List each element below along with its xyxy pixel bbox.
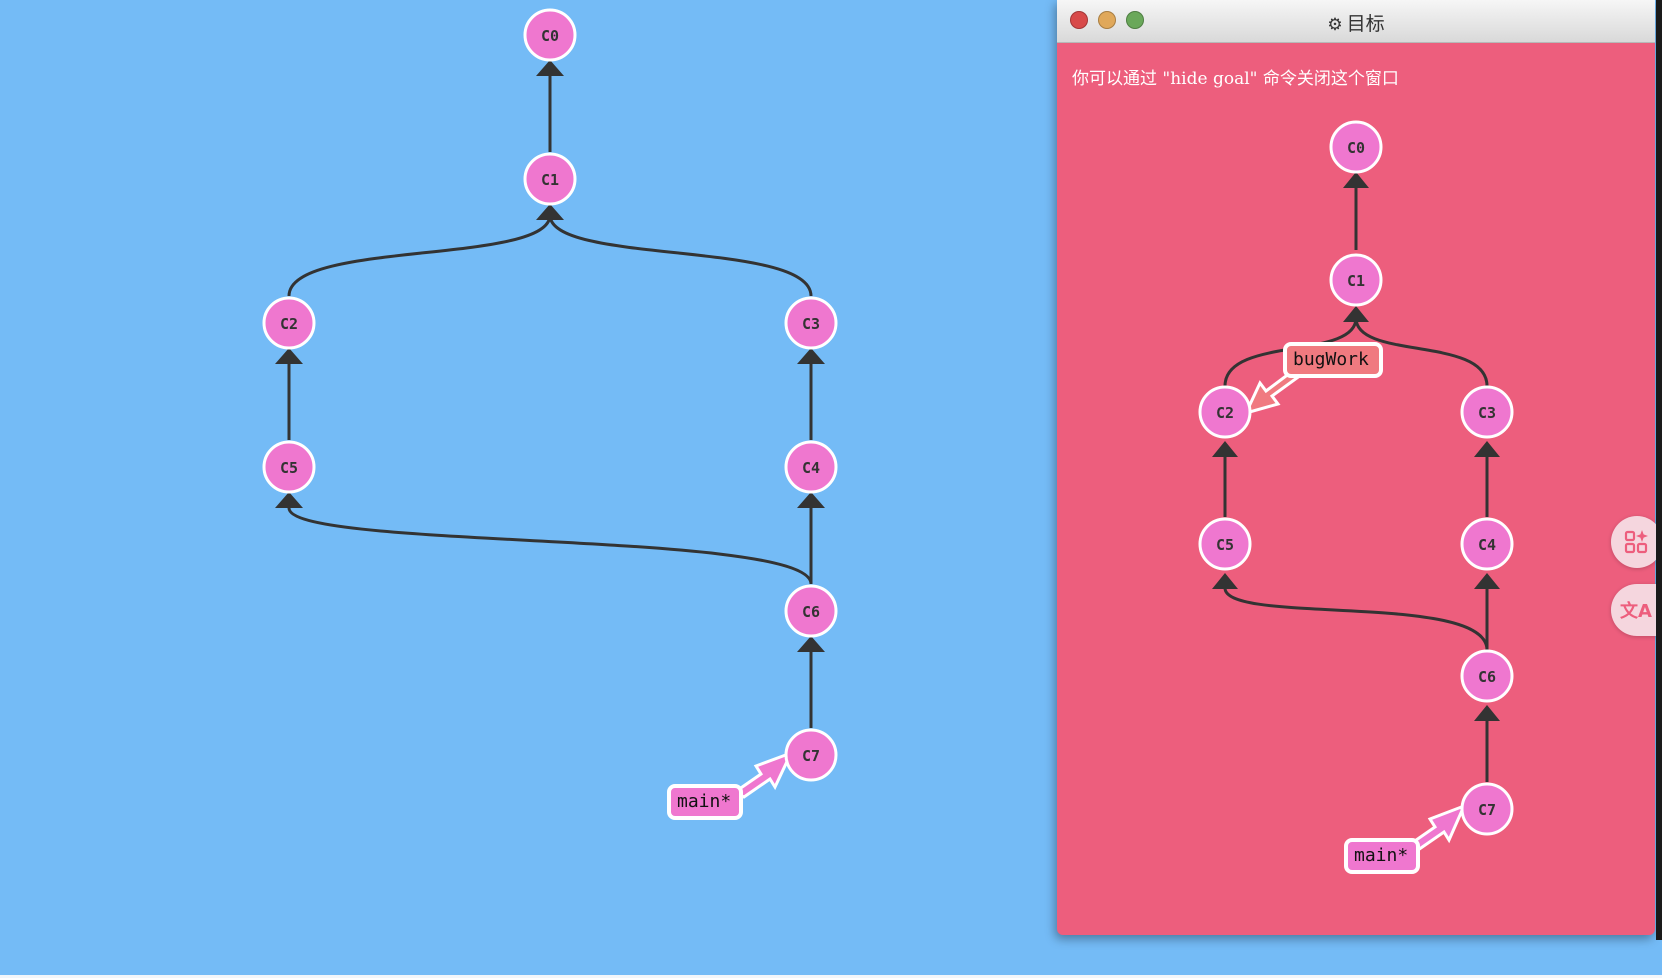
arrowhead — [1212, 441, 1238, 457]
arrowhead — [1212, 573, 1238, 589]
commit-c7[interactable]: C7 — [1460, 782, 1514, 836]
svg-text:C1: C1 — [1347, 272, 1365, 290]
commit-c7[interactable]: C7 — [784, 728, 838, 782]
edge-c6-c5 — [1223, 587, 1489, 651]
arrowhead — [536, 60, 564, 76]
commit-c0[interactable]: C0 — [523, 8, 577, 62]
branch-arrow-main — [732, 750, 794, 799]
arrowhead — [797, 348, 825, 364]
translate-icon: 文A — [1620, 601, 1652, 622]
svg-text:C2: C2 — [1216, 404, 1234, 422]
commit-c1[interactable]: C1 — [523, 152, 577, 206]
commit-c4[interactable]: C4 — [1460, 517, 1514, 571]
arrowhead — [797, 636, 825, 652]
commit-c1[interactable]: C1 — [1329, 253, 1383, 307]
apps-sparkle-icon — [1624, 530, 1648, 554]
goal-commit-tree: C0 C1 C2 C3 C4 C5 C6 C7 — [1198, 120, 1514, 852]
svg-text:C0: C0 — [1347, 139, 1365, 157]
commit-c6[interactable]: C6 — [1460, 649, 1514, 703]
svg-text:C4: C4 — [1478, 536, 1496, 554]
main-commit-tree: C0 C1 C2 C3 C4 C5 C6 C7 — [262, 8, 838, 799]
window-edge — [1656, 0, 1662, 940]
arrowhead — [1343, 306, 1369, 322]
svg-text:C7: C7 — [1478, 801, 1496, 819]
svg-text:C2: C2 — [280, 315, 298, 333]
svg-text:C1: C1 — [541, 171, 559, 189]
arrowhead — [797, 492, 825, 508]
commit-c5[interactable]: C5 — [1198, 517, 1252, 571]
arrowhead — [1474, 441, 1500, 457]
commit-c3[interactable]: C3 — [784, 296, 838, 350]
edge-c6-c5 — [287, 507, 813, 585]
commit-c6[interactable]: C6 — [784, 584, 838, 638]
branch-tag-main[interactable]: main* — [1344, 838, 1420, 874]
commit-c2[interactable]: C2 — [1198, 385, 1252, 439]
arrowhead — [536, 204, 564, 220]
svg-text:C6: C6 — [1478, 668, 1496, 686]
edge-c3-c1 — [548, 214, 813, 297]
svg-text:C4: C4 — [802, 459, 820, 477]
commit-c2[interactable]: C2 — [262, 296, 316, 350]
commit-c4[interactable]: C4 — [784, 440, 838, 494]
arrowhead — [1474, 705, 1500, 721]
svg-text:C5: C5 — [280, 459, 298, 477]
edge-c2-c1 — [287, 214, 552, 297]
commit-c0[interactable]: C0 — [1329, 120, 1383, 174]
translate-button[interactable]: 文A — [1611, 584, 1661, 636]
branch-tag-bugwork[interactable]: bugWork — [1283, 342, 1383, 378]
arrowhead — [275, 348, 303, 364]
svg-text:C0: C0 — [541, 27, 559, 45]
svg-text:C6: C6 — [802, 603, 820, 621]
svg-text:C7: C7 — [802, 747, 820, 765]
apps-sparkle-button[interactable] — [1611, 516, 1662, 568]
arrowhead — [1474, 573, 1500, 589]
branch-tag-main[interactable]: main* — [667, 784, 743, 820]
svg-text:C3: C3 — [802, 315, 820, 333]
arrowhead — [1343, 172, 1369, 188]
commit-c3[interactable]: C3 — [1460, 385, 1514, 439]
arrowhead — [275, 492, 303, 508]
goal-window: ⚙ 目标 你可以通过 "hide goal" 命令关闭这个窗口 C0 C1 C2 … — [1057, 0, 1655, 935]
commit-c5[interactable]: C5 — [262, 440, 316, 494]
svg-text:C3: C3 — [1478, 404, 1496, 422]
svg-text:C5: C5 — [1216, 536, 1234, 554]
